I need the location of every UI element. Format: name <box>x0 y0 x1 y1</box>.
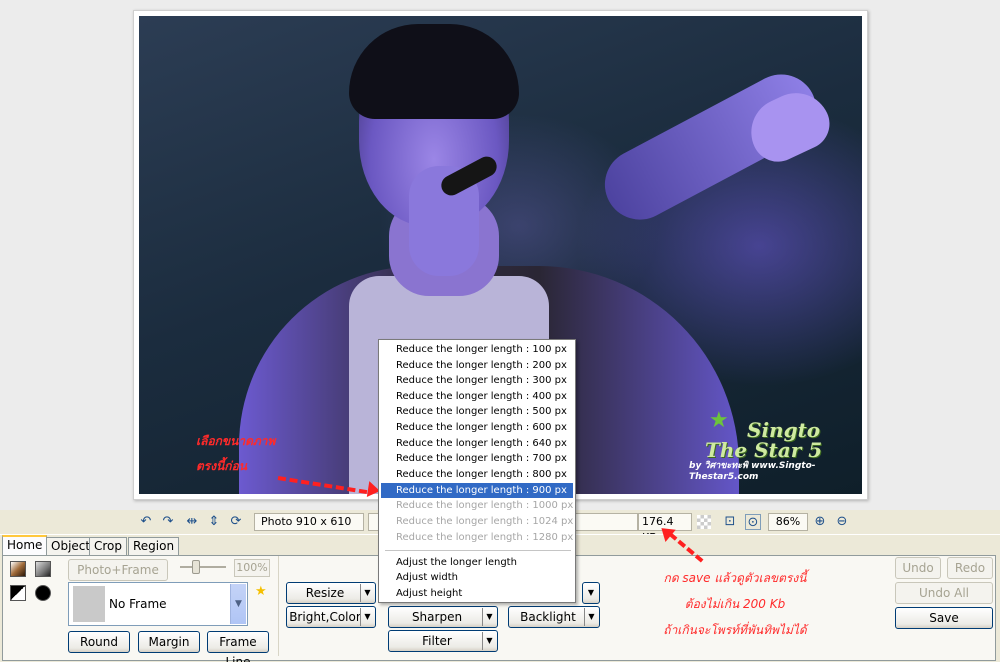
sharpen-label: Sharpen <box>411 610 463 624</box>
zoom-out-icon[interactable]: ⊖ <box>834 514 850 530</box>
zoom-fit-icon[interactable]: ⊡ <box>722 514 738 530</box>
filter-dropdown-icon[interactable]: ▼ <box>482 632 496 650</box>
tab-object[interactable]: Object <box>46 537 96 555</box>
annotation-right-line3: ถ้าเกินจะโพรท์ที่พันทิพไม่ได้ <box>663 623 807 637</box>
gray-gradient-icon[interactable] <box>35 561 51 577</box>
flip-horizontal-icon[interactable]: ⇹ <box>184 514 200 530</box>
menu-item-400[interactable]: Reduce the longer length : 400 px <box>381 389 573 404</box>
resize-dropdown-icon[interactable]: ▼ <box>360 584 374 602</box>
resize-menu: Reduce the longer length : 100 px Reduce… <box>378 339 576 603</box>
bright-color-dropdown-icon[interactable]: ▼ <box>360 608 374 626</box>
opacity-value: 100% <box>234 559 270 577</box>
menu-item-600[interactable]: Reduce the longer length : 600 px <box>381 420 573 435</box>
zoom-actual-icon[interactable]: ⊙ <box>745 514 761 530</box>
menu-item-100[interactable]: Reduce the longer length : 100 px <box>381 342 573 357</box>
frame-select-label: No Frame <box>109 597 167 611</box>
annotation-left-line1: เลือกขนาดภาพ <box>196 434 276 448</box>
menu-item-900[interactable]: Reduce the longer length : 900 px <box>381 483 573 498</box>
photo-frame-button[interactable]: Photo+Frame <box>68 559 168 581</box>
singer-hair <box>349 24 519 119</box>
save-button[interactable]: Save <box>895 607 993 629</box>
rotate-left-icon[interactable]: ↶ <box>138 514 154 530</box>
filter-label: Filter <box>422 634 452 648</box>
opacity-slider[interactable] <box>192 560 200 574</box>
divider <box>278 556 279 656</box>
menu-item-700[interactable]: Reduce the longer length : 700 px <box>381 451 573 466</box>
transparency-icon[interactable] <box>697 515 711 529</box>
chevron-down-icon[interactable]: ▼ <box>230 584 246 624</box>
resize-button[interactable]: Resize ▼ <box>286 582 376 604</box>
hidden-dropdown-button[interactable]: ▼ <box>582 582 600 604</box>
watermark: ★ Singto The Star 5 by วิศาขะทะพิ www.Si… <box>689 408 859 482</box>
menu-item-300[interactable]: Reduce the longer length : 300 px <box>381 373 573 388</box>
opacity-slider-track <box>180 566 226 568</box>
redo-button[interactable]: Redo <box>947 557 993 579</box>
frame-select[interactable]: No Frame ▼ <box>68 582 248 626</box>
annotation-right-line1: กด save แล้วดูตัวเลขตรงนี้ <box>663 571 807 585</box>
menu-item-adjust-width[interactable]: Adjust width <box>381 570 573 585</box>
refresh-icon[interactable]: ⟳ <box>228 514 244 530</box>
star-icon: ★ <box>709 408 729 433</box>
menu-item-800[interactable]: Reduce the longer length : 800 px <box>381 467 573 482</box>
menu-separator <box>385 550 571 551</box>
menu-item-1280: Reduce the longer length : 1280 px <box>396 532 574 543</box>
menu-item-adjust-longer[interactable]: Adjust the longer length <box>381 555 573 570</box>
sharpen-dropdown-icon[interactable]: ▼ <box>482 608 496 626</box>
resize-button-label: Resize <box>305 586 345 600</box>
backlight-button[interactable]: Backlight ▼ <box>508 606 600 628</box>
menu-item-500[interactable]: Reduce the longer length : 500 px <box>381 404 573 419</box>
photo-size-display: Photo 910 x 610 <box>254 513 364 531</box>
bright-color-label: Bright,Color <box>289 610 361 624</box>
menu-item-1000: Reduce the longer length : 1000 px <box>396 500 574 511</box>
menu-item-adjust-height[interactable]: Adjust height <box>381 586 573 601</box>
annotation-right-line2: ต้องไม่เกิน 200 Kb <box>684 597 786 611</box>
menu-item-200[interactable]: Reduce the longer length : 200 px <box>381 358 573 373</box>
tab-region[interactable]: Region <box>128 537 180 555</box>
circle-mask-icon[interactable] <box>35 585 51 601</box>
annotation-left-line2: ตรงนี้ก่อน <box>196 459 247 473</box>
tab-crop[interactable]: Crop <box>89 537 128 555</box>
backlight-label: Backlight <box>520 610 576 624</box>
watermark-url: by วิศาขะทะพิ www.Singto-Thestar5.com <box>689 461 816 482</box>
flip-vertical-icon[interactable]: ⇕ <box>206 514 222 530</box>
bright-color-button[interactable]: Bright,Color ▼ <box>286 606 376 628</box>
menu-item-1024: Reduce the longer length : 1024 px <box>396 516 574 527</box>
margin-button[interactable]: Margin <box>138 631 200 653</box>
backlight-dropdown-icon[interactable]: ▼ <box>584 608 598 626</box>
bw-split-icon[interactable] <box>10 585 26 601</box>
zoom-in-icon[interactable]: ⊕ <box>812 514 828 530</box>
star-favorite-icon[interactable]: ★ <box>255 584 267 599</box>
zoom-level: 86% <box>768 513 808 531</box>
undo-button[interactable]: Undo <box>895 557 941 579</box>
chevron-down-icon[interactable]: ▼ <box>584 584 598 602</box>
rotate-right-icon[interactable]: ↷ <box>160 514 176 530</box>
tab-home[interactable]: Home <box>2 535 48 556</box>
frame-thumbnail <box>73 586 105 622</box>
frame-line-button[interactable]: Frame Line <box>207 631 269 662</box>
filter-button[interactable]: Filter ▼ <box>388 630 498 652</box>
color-gradient-icon[interactable] <box>10 561 26 577</box>
sharpen-button[interactable]: Sharpen ▼ <box>388 606 498 628</box>
menu-item-640[interactable]: Reduce the longer length : 640 px <box>381 436 573 451</box>
round-button[interactable]: Round <box>68 631 130 653</box>
undo-all-button[interactable]: Undo All <box>895 582 993 604</box>
